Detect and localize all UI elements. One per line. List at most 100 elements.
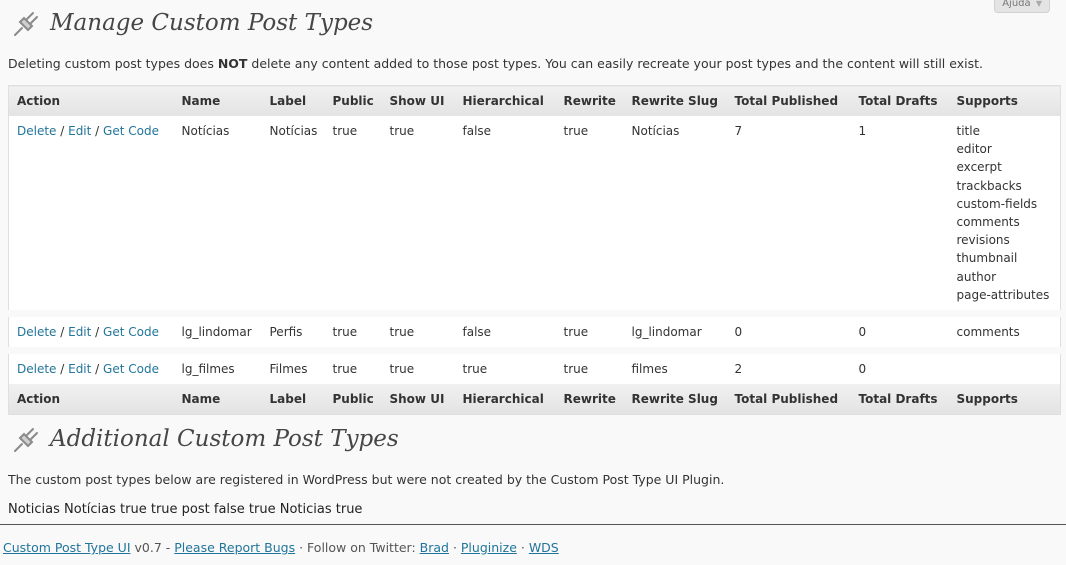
show-ui-cell: true xyxy=(381,313,455,355)
col-label: Label xyxy=(261,384,325,415)
label-cell: Perfis xyxy=(261,313,325,355)
table-footer-row: Action Name Label Public Show UI Hierarc… xyxy=(8,384,1061,415)
supports-item: comments xyxy=(956,215,1020,230)
col-label: Label xyxy=(261,85,325,116)
note-strong: NOT xyxy=(217,56,248,71)
col-rewrite: Rewrite xyxy=(555,85,624,116)
col-public: Public xyxy=(324,85,382,116)
triangle-down-icon: ▼ xyxy=(1035,0,1042,8)
col-action: Action xyxy=(8,384,174,415)
supports-item: custom-fields xyxy=(956,196,1038,211)
hierarchical-cell: false xyxy=(454,313,556,355)
footer: Custom Post Type UI v0.7 - Please Report… xyxy=(3,540,559,555)
name-cell: lg_lindomar xyxy=(173,313,262,355)
follow-text: · Follow on Twitter: xyxy=(295,540,420,555)
table-header-row: Action Name Label Public Show UI Hierarc… xyxy=(8,85,1061,116)
note-after: delete any content added to those post t… xyxy=(247,56,983,71)
get-code-link[interactable]: Get Code xyxy=(103,325,159,339)
col-supports: Supports xyxy=(948,85,1061,116)
plug-icon xyxy=(14,12,38,36)
public-cell: true xyxy=(324,350,382,385)
rewrite-slug-cell: filmes xyxy=(623,350,727,385)
col-supports: Supports xyxy=(948,384,1061,415)
col-rewrite-slug: Rewrite Slug xyxy=(623,384,727,415)
public-cell: true xyxy=(324,313,382,355)
public-cell: true xyxy=(324,116,382,318)
version-text: v0.7 - xyxy=(130,540,175,555)
brad-link[interactable]: Brad xyxy=(420,540,449,555)
get-code-link[interactable]: Get Code xyxy=(103,362,159,376)
supports-item: author xyxy=(956,269,997,284)
col-total-drafts: Total Drafts xyxy=(850,85,949,116)
edit-link[interactable]: Edit xyxy=(68,124,91,138)
rewrite-cell: true xyxy=(555,350,624,385)
col-total-published: Total Published xyxy=(726,384,851,415)
plug-icon xyxy=(14,428,38,452)
action-cell: Delete / Edit / Get Code xyxy=(8,116,174,318)
delete-link[interactable]: Delete xyxy=(17,362,56,376)
show-ui-cell: true xyxy=(381,350,455,385)
manage-heading: Manage Custom Post Types xyxy=(10,5,373,41)
supports-item: comments xyxy=(956,325,1020,340)
footer-divider xyxy=(0,524,1066,525)
action-cell: Delete / Edit / Get Code xyxy=(8,313,174,355)
delete-link[interactable]: Delete xyxy=(17,325,56,339)
col-show-ui: Show UI xyxy=(381,85,455,116)
label-cell: Filmes xyxy=(261,350,325,385)
supports-item: editor xyxy=(956,142,992,157)
total-drafts-cell: 0 xyxy=(850,313,949,355)
col-rewrite: Rewrite xyxy=(555,384,624,415)
total-published-cell: 0 xyxy=(726,313,851,355)
report-bugs-link[interactable]: Please Report Bugs xyxy=(174,540,295,555)
delete-note: Deleting custom post types does NOT dele… xyxy=(8,56,983,71)
hierarchical-cell: true xyxy=(454,350,556,385)
note-before: Deleting custom post types does xyxy=(8,56,218,71)
show-ui-cell: true xyxy=(381,116,455,318)
supports-item: trackbacks xyxy=(956,178,1022,193)
wds-link[interactable]: WDS xyxy=(529,540,559,555)
help-tab[interactable]: Ajuda ▼ xyxy=(994,0,1050,13)
additional-post-type-line: Noticias Notícias true true post false t… xyxy=(8,502,363,517)
total-drafts-cell: 0 xyxy=(850,350,949,385)
edit-link[interactable]: Edit xyxy=(68,325,91,339)
table-row: Delete / Edit / Get Code lg_filmes Filme… xyxy=(8,350,1061,385)
additional-note: The custom post types below are register… xyxy=(8,472,725,487)
supports-item: thumbnail xyxy=(956,251,1018,266)
table-row: Delete / Edit / Get Code Notícias Notíci… xyxy=(8,116,1061,318)
col-public: Public xyxy=(324,384,382,415)
supports-cell: comments xyxy=(948,313,1061,355)
col-total-published: Total Published xyxy=(726,85,851,116)
label-cell: Notícias xyxy=(261,116,325,318)
delete-link[interactable]: Delete xyxy=(17,124,56,138)
col-name: Name xyxy=(173,85,262,116)
name-cell: Notícias xyxy=(173,116,262,318)
post-types-table: Action Name Label Public Show UI Hierarc… xyxy=(8,85,1061,416)
supports-item: revisions xyxy=(956,233,1010,248)
get-code-link[interactable]: Get Code xyxy=(103,124,159,138)
col-rewrite-slug: Rewrite Slug xyxy=(623,85,727,116)
page-title: Manage Custom Post Types xyxy=(50,10,374,36)
col-action: Action xyxy=(8,85,174,116)
hierarchical-cell: false xyxy=(454,116,556,318)
plugin-link[interactable]: Custom Post Type UI xyxy=(3,540,131,555)
pluginize-link[interactable]: Pluginize xyxy=(461,540,517,555)
edit-link[interactable]: Edit xyxy=(68,362,91,376)
col-show-ui: Show UI xyxy=(381,384,455,415)
table-row: Delete / Edit / Get Code lg_lindomar Per… xyxy=(8,313,1061,355)
col-name: Name xyxy=(173,384,262,415)
action-cell: Delete / Edit / Get Code xyxy=(8,350,174,385)
col-hierarchical: Hierarchical xyxy=(454,85,556,116)
rewrite-cell: true xyxy=(555,116,624,318)
supports-cell: title editor excerpt trackbacks custom-f… xyxy=(948,116,1061,318)
rewrite-cell: true xyxy=(555,313,624,355)
supports-item: page-attributes xyxy=(956,287,1050,302)
col-hierarchical: Hierarchical xyxy=(454,384,556,415)
name-cell: lg_filmes xyxy=(173,350,262,385)
section-title: Additional Custom Post Types xyxy=(50,426,399,452)
total-published-cell: 7 xyxy=(726,116,851,318)
rewrite-slug-cell: Notícias xyxy=(623,116,727,318)
total-published-cell: 2 xyxy=(726,350,851,385)
help-label: Ajuda xyxy=(1002,0,1031,9)
additional-heading: Additional Custom Post Types xyxy=(10,421,399,457)
col-total-drafts: Total Drafts xyxy=(850,384,949,415)
